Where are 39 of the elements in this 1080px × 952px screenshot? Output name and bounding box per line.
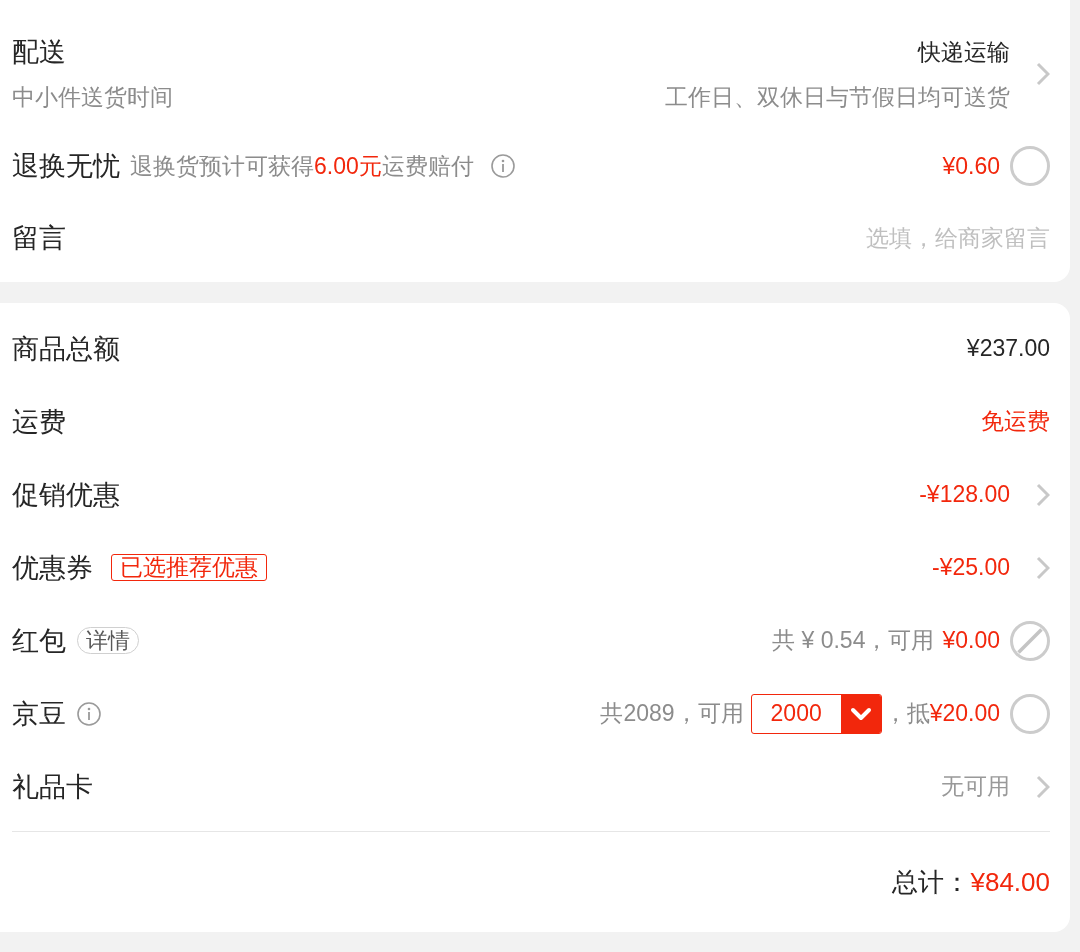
row-label: 退换无忧 <box>12 150 120 183</box>
row-label: 商品总额 <box>12 332 120 366</box>
chevron-right-icon <box>1036 62 1050 86</box>
row-value: 免运费 <box>981 407 1050 436</box>
row-value: ¥237.00 <box>966 335 1050 362</box>
row-label: 促销优惠 <box>12 478 120 512</box>
round-checkbox[interactable] <box>1010 693 1050 734</box>
row-label: 运费 <box>12 405 66 439</box>
row-label: 京豆 <box>12 697 66 731</box>
balance-text: 共2089，可用 <box>600 699 744 728</box>
row-value: -¥128.00 <box>919 481 1010 508</box>
delivery-time-note: 工作日、双休日与节假日均可送货 <box>665 83 1010 112</box>
message-input[interactable]: 选填，给商家留言 <box>106 220 1050 256</box>
chevron-right-icon <box>1036 482 1050 507</box>
row-label: 配送 <box>12 36 66 69</box>
deduct-text: ，抵 <box>883 699 930 728</box>
row-value: ¥0.00 <box>942 627 1000 654</box>
balance-text: 共 ¥ 0.54，可用 <box>772 626 935 655</box>
chevron-right-icon <box>1036 774 1050 799</box>
chevron-right-icon <box>1036 555 1050 580</box>
row-value: -¥25.00 <box>932 554 1010 581</box>
coupon-tag: 已选推荐优惠 <box>111 554 267 581</box>
row-label: 优惠券 <box>12 551 93 585</box>
row-value: 无可用 <box>941 772 1010 801</box>
total-value: ¥84.00 <box>970 866 1050 898</box>
info-icon[interactable] <box>77 701 101 726</box>
round-checkbox[interactable] <box>1010 146 1050 186</box>
caret-icon <box>840 694 881 733</box>
delivery-time-label: 中小件送货时间 <box>12 83 173 112</box>
row-value: ¥20.00 <box>929 700 1000 727</box>
row-label: 礼品卡 <box>12 770 93 804</box>
delivery-method[interactable]: 快递运输 <box>918 34 1010 70</box>
info-icon[interactable] <box>490 154 515 178</box>
total-label: 总计： <box>892 865 971 899</box>
row-label: 红包 <box>12 624 66 658</box>
amount-select[interactable]: 2000 <box>750 693 882 734</box>
service-description: 退换货预计可获得6.00元运费赔付 <box>130 151 474 181</box>
row-value: ¥0.60 <box>942 152 1000 180</box>
row-label: 留言 <box>12 222 66 255</box>
